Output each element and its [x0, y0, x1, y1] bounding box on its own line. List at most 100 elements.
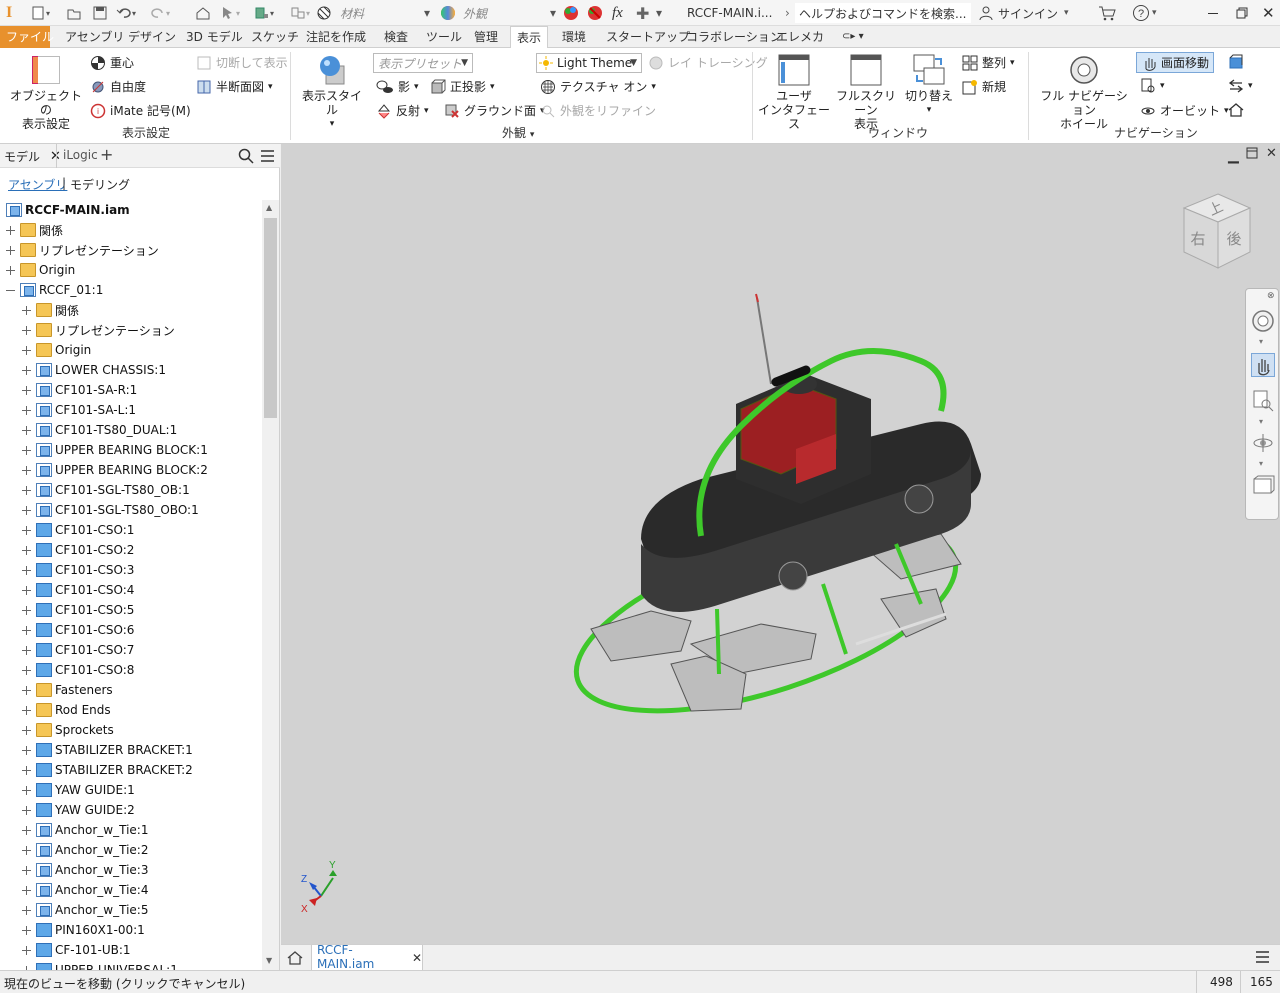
open-icon[interactable]	[66, 3, 82, 23]
view-face-button[interactable]	[1228, 54, 1244, 70]
help-search-input[interactable]: ヘルプおよびコマンドを検索...	[795, 3, 971, 23]
tab-file[interactable]: ファイル	[0, 26, 54, 48]
expand-icon[interactable]	[22, 805, 31, 815]
tree-item[interactable]: UPPER UNIVERSAL:1	[22, 960, 178, 970]
constraint-icon[interactable]: ▾	[290, 3, 310, 23]
tab-model[interactable]: モデル ✕	[4, 148, 61, 165]
tree-item[interactable]: STABILIZER BRACKET:2	[22, 760, 193, 780]
pan-button[interactable]: 画面移動	[1136, 52, 1215, 73]
expand-icon[interactable]	[22, 525, 31, 535]
add-icon[interactable]: ✚	[636, 3, 649, 23]
texture-on-button[interactable]: テクスチャ オン ▾	[540, 78, 656, 95]
orbit-dropdown-icon[interactable]: ▾	[1259, 459, 1263, 468]
tab-elemeca[interactable]: エレメカ	[770, 26, 830, 48]
tree-item[interactable]: PIN160X1-00:1	[22, 920, 145, 940]
materials-dropdown[interactable]: 材料	[340, 3, 364, 23]
tree-item[interactable]: Sprockets	[22, 720, 114, 740]
help-icon[interactable]: ? ▾	[1132, 3, 1157, 23]
tree-item[interactable]: Anchor_w_Tie:3	[22, 860, 148, 880]
search-icon[interactable]	[238, 148, 254, 167]
close-doc-icon[interactable]: ✕	[1266, 146, 1277, 161]
viewcube[interactable]: 上 右 後	[1178, 190, 1258, 274]
zoom-window-button[interactable]: ▾	[1140, 78, 1165, 94]
tree-item[interactable]: Fasteners	[22, 680, 113, 700]
nav-wheel-icon[interactable]	[1251, 309, 1275, 333]
expand-icon[interactable]	[22, 745, 31, 755]
user-interface-button[interactable]: ユーザ インタフェース	[756, 54, 832, 131]
tree-item[interactable]: 関係	[22, 300, 79, 320]
expand-icon[interactable]	[22, 625, 31, 635]
tree-item[interactable]: LOWER CHASSIS:1	[22, 360, 166, 380]
tree-item[interactable]: CF101-SA-L:1	[22, 400, 136, 420]
tree-item[interactable]: Anchor_w_Tie:2	[22, 840, 148, 860]
tree-item[interactable]: UPPER BEARING BLOCK:1	[22, 440, 208, 460]
undo-icon[interactable]: ▾	[116, 3, 136, 23]
tab-environments[interactable]: 環境	[556, 26, 592, 48]
graphics-window[interactable]: ▁ ✕ 上 右 後 Y Z X	[281, 144, 1280, 944]
imate-glyph-button[interactable]: i iMate 記号(M)	[90, 102, 191, 119]
expand-icon[interactable]	[22, 945, 31, 955]
tab-3d-model[interactable]: 3D モデル	[180, 26, 249, 48]
expand-icon[interactable]	[22, 865, 31, 875]
expand-icon[interactable]	[22, 785, 31, 795]
expand-icon[interactable]	[22, 765, 31, 775]
tab-manage[interactable]: 管理	[468, 26, 504, 48]
tab-tools[interactable]: ツール	[420, 26, 468, 48]
adjust-appearance-icon[interactable]	[562, 3, 580, 23]
tab-inspect[interactable]: 検査	[378, 26, 414, 48]
tab-design[interactable]: デザイン	[122, 26, 182, 48]
tree-item[interactable]: リプレゼンテーション	[22, 320, 175, 340]
expand-icon[interactable]	[6, 265, 15, 275]
document-tab[interactable]: RCCF-MAIN.iam ✕	[311, 943, 423, 973]
save-icon[interactable]	[92, 3, 108, 23]
tab-assemble[interactable]: アセンブリ	[59, 26, 130, 48]
assembly-view-link[interactable]: アセンブリ	[8, 176, 67, 193]
tree-item[interactable]: RCCF_01:1	[6, 280, 103, 300]
appearance-dropdown[interactable]: 外観	[463, 3, 487, 23]
center-of-gravity-button[interactable]: 重心	[90, 54, 134, 71]
appearance-dropdown-arrow[interactable]: ▾	[550, 3, 556, 23]
tree-item[interactable]: Origin	[22, 340, 91, 360]
expand-icon[interactable]	[22, 405, 31, 415]
tree-item[interactable]: CF101-CSO:8	[22, 660, 134, 680]
close-doc-tab-icon[interactable]: ✕	[412, 951, 422, 965]
expand-icon[interactable]	[22, 505, 31, 515]
view-preset-dropdown[interactable]: 表示プリセット ▼	[373, 53, 473, 73]
tab-sketch[interactable]: スケッチ	[245, 26, 305, 48]
tab-view[interactable]: 表示	[510, 26, 549, 49]
zoom-dropdown-icon[interactable]: ▾	[1259, 417, 1263, 426]
measure-icon[interactable]: ▾	[254, 3, 274, 23]
tab-annotate[interactable]: 注記を作成	[300, 26, 372, 48]
view-face-icon[interactable]	[1251, 473, 1275, 497]
tree-item[interactable]: リプレゼンテーション	[6, 240, 159, 260]
tree-item[interactable]: CF101-CSO:1	[22, 520, 134, 540]
expand-icon[interactable]	[22, 305, 31, 315]
minimize-doc-icon[interactable]: ▁	[1228, 148, 1239, 164]
arrange-button[interactable]: 整列 ▾	[962, 54, 1015, 71]
shadow-button[interactable]: 影 ▾	[376, 78, 419, 95]
scroll-down-icon[interactable]: ▼	[266, 956, 272, 965]
cut-display-button[interactable]: 切断して表示	[196, 54, 288, 71]
signin-button[interactable]: サインイン ▾	[978, 3, 1069, 23]
parameters-icon[interactable]: fx	[612, 3, 623, 23]
expand-icon[interactable]	[22, 925, 31, 935]
tree-item[interactable]: CF101-CSO:2	[22, 540, 134, 560]
navbar-close-icon[interactable]: ⊗	[1267, 291, 1275, 301]
tree-item[interactable]: STABILIZER BRACKET:1	[22, 740, 193, 760]
cart-icon[interactable]	[1098, 3, 1116, 23]
orthographic-button[interactable]: 正投影 ▾	[430, 78, 495, 95]
refine-appearance-button[interactable]: 外観をリファイン	[540, 102, 656, 119]
reflection-button[interactable]: 反射 ▾	[376, 102, 429, 119]
expand-icon[interactable]	[22, 565, 31, 575]
scroll-up-icon[interactable]: ▲	[266, 203, 272, 212]
tree-item[interactable]: CF101-TS80_DUAL:1	[22, 420, 177, 440]
full-nav-wheel-button[interactable]: フル ナビゲーション ホイール	[1036, 54, 1132, 131]
browser-menu-icon[interactable]	[260, 149, 275, 166]
lighting-style-dropdown[interactable]: Light Theme ▼	[536, 53, 642, 73]
expand-icon[interactable]	[22, 685, 31, 695]
home-view-button[interactable]	[1228, 102, 1244, 118]
full-screen-button[interactable]: フルスクリーン 表示	[830, 54, 902, 131]
tree-item[interactable]: CF101-CSO:3	[22, 560, 134, 580]
minimize-icon[interactable]	[1208, 3, 1222, 23]
tree-item[interactable]: CF101-CSO:5	[22, 600, 134, 620]
